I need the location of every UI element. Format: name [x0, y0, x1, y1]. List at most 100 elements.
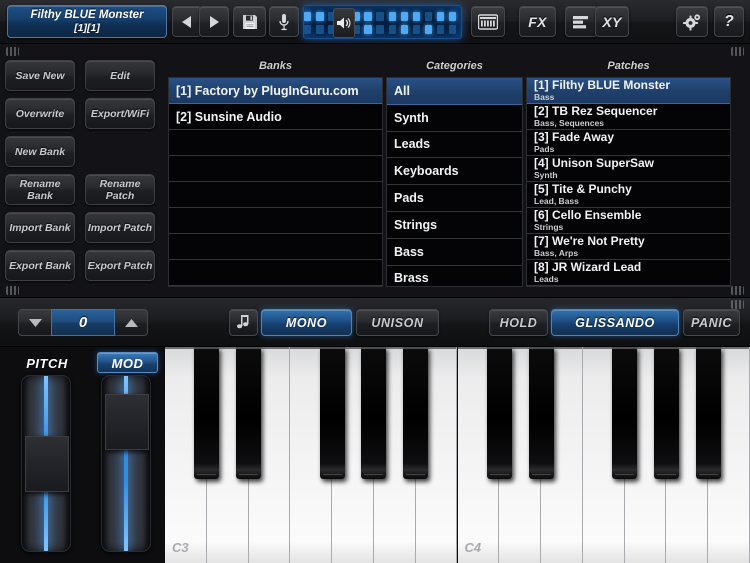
list-item[interactable]: [2] Sunsine Audio: [169, 104, 382, 130]
list-item[interactable]: [169, 260, 382, 286]
list-item[interactable]: [5] Tite & Punchy Lead, Bass: [527, 182, 730, 208]
key-octave-label: C3: [172, 540, 189, 555]
rename-patch-button[interactable]: Rename Patch: [85, 174, 155, 205]
list-item[interactable]: [169, 130, 382, 156]
export-bank-button[interactable]: Export Bank: [5, 250, 75, 281]
hold-button[interactable]: HOLD: [489, 309, 548, 336]
keyboard-view-button[interactable]: [471, 6, 505, 37]
help-button[interactable]: ?: [714, 6, 744, 37]
list-item[interactable]: [6] Cello Ensemble Strings: [527, 208, 730, 234]
resize-grip-top-right[interactable]: [731, 47, 744, 56]
black-key[interactable]: [487, 347, 512, 479]
resize-grip-bottom-right[interactable]: [731, 286, 744, 295]
microphone-icon: [278, 13, 290, 31]
audio-visualizer[interactable]: [303, 5, 462, 39]
xy-label: XY: [602, 14, 621, 30]
octave-up-button[interactable]: [115, 309, 148, 336]
export-wifi-button[interactable]: Export/WiFi: [85, 98, 155, 129]
speaker-icon[interactable]: [333, 8, 355, 38]
floppy-disk-icon: [242, 14, 258, 30]
list-item[interactable]: [169, 234, 382, 260]
mod-wheel-thumb[interactable]: [105, 394, 149, 450]
list-item[interactable]: [7] We're Not Pretty Bass, Arps: [527, 234, 730, 260]
list-item[interactable]: [169, 182, 382, 208]
list-item[interactable]: [1] Filthy BLUE Monster Bass: [527, 78, 730, 104]
patch-name: [3] Fade Away: [534, 131, 723, 144]
black-key[interactable]: [194, 347, 219, 479]
previous-patch-button[interactable]: [172, 6, 202, 37]
mono-button[interactable]: MONO: [261, 309, 352, 336]
pitch-wheel[interactable]: [21, 375, 71, 552]
pitch-wheel-thumb[interactable]: [25, 436, 69, 492]
list-item[interactable]: Synth: [387, 105, 522, 132]
settings-button[interactable]: [676, 6, 708, 37]
unison-button[interactable]: UNISON: [356, 309, 439, 336]
categories-list[interactable]: All Synth Leads Keyboards Pads Strings B…: [386, 77, 523, 287]
xy-pad-button[interactable]: XY: [595, 6, 629, 37]
new-bank-button[interactable]: New Bank: [5, 136, 75, 167]
patch-name: [4] Unison SuperSaw: [534, 157, 723, 170]
key-octave-label: C4: [465, 540, 482, 555]
black-key[interactable]: [403, 347, 428, 479]
patch-categories: Leads: [534, 274, 723, 285]
save-new-button[interactable]: Save New: [5, 60, 75, 91]
list-item[interactable]: [1] Factory by PlugInGuru.com: [169, 78, 382, 104]
black-key[interactable]: [696, 347, 721, 479]
import-bank-button[interactable]: Import Bank: [5, 212, 75, 243]
next-patch-button[interactable]: [199, 6, 229, 37]
patch-categories: Synth: [534, 170, 723, 181]
resize-grip-top-left[interactable]: [6, 47, 19, 56]
patches-list[interactable]: [1] Filthy BLUE Monster Bass [2] TB Rez …: [526, 77, 731, 287]
list-item[interactable]: Brass: [387, 266, 522, 287]
visualizer-row-bottom: [304, 25, 461, 34]
list-item[interactable]: Strings: [387, 212, 522, 239]
octave-value[interactable]: 0: [51, 309, 115, 336]
overwrite-button[interactable]: Overwrite: [5, 98, 75, 129]
mixer-button[interactable]: [565, 6, 598, 37]
list-item[interactable]: Bass: [387, 239, 522, 266]
black-key[interactable]: [320, 347, 345, 479]
microphone-button[interactable]: [269, 6, 299, 37]
edit-button[interactable]: Edit: [85, 60, 155, 91]
fx-button[interactable]: FX: [519, 6, 556, 37]
triangle-left-icon: [182, 16, 192, 28]
list-item[interactable]: [169, 208, 382, 234]
export-patch-button[interactable]: Export Patch: [85, 250, 155, 281]
mod-wheel[interactable]: [101, 375, 151, 552]
rename-bank-button[interactable]: Rename Bank: [5, 174, 75, 205]
patch-categories: Lead, Bass: [534, 196, 723, 207]
categories-column-header: Categories: [386, 60, 523, 77]
panic-button[interactable]: PANIC: [683, 309, 740, 336]
list-item[interactable]: [9] Softly Played Piano: [527, 286, 730, 287]
list-item[interactable]: [4] Unison SuperSaw Synth: [527, 156, 730, 182]
list-item[interactable]: [3] Fade Away Pads: [527, 130, 730, 156]
patch-name: [7] We're Not Pretty: [534, 235, 723, 248]
resize-grip-perfbar[interactable]: [731, 300, 744, 309]
black-key[interactable]: [612, 347, 637, 479]
list-item[interactable]: All: [387, 78, 522, 105]
black-key[interactable]: [529, 347, 554, 479]
save-button[interactable]: [233, 6, 266, 37]
list-item[interactable]: [2] TB Rez Sequencer Bass, Sequences: [527, 104, 730, 130]
import-patch-button[interactable]: Import Patch: [85, 212, 155, 243]
mod-wheel-label[interactable]: MOD: [97, 352, 158, 373]
app-window: Filthy BLUE Monster [1][1]: [0, 0, 750, 563]
list-item[interactable]: Keyboards: [387, 158, 522, 185]
black-key[interactable]: [361, 347, 386, 479]
list-item[interactable]: Pads: [387, 185, 522, 212]
octave-down-button[interactable]: [18, 309, 51, 336]
black-key[interactable]: [654, 347, 679, 479]
banks-list[interactable]: [1] Factory by PlugInGuru.com [2] Sunsin…: [168, 77, 383, 287]
patch-categories: Bass, Arps: [534, 248, 723, 259]
list-item[interactable]: [8] JR Wizard Lead Leads: [527, 260, 730, 286]
help-label: ?: [724, 13, 734, 31]
glissando-button[interactable]: GLISSANDO: [551, 309, 679, 336]
list-item[interactable]: [169, 156, 382, 182]
list-item[interactable]: Leads: [387, 132, 522, 159]
mixer-icon: [573, 15, 590, 29]
black-key[interactable]: [236, 347, 261, 479]
current-patch-display[interactable]: Filthy BLUE Monster [1][1]: [7, 5, 167, 38]
patch-categories: Bass, Sequences: [534, 118, 723, 129]
piano-keyboard[interactable]: C3 C4: [165, 347, 750, 563]
note-mode-button[interactable]: [229, 309, 258, 336]
